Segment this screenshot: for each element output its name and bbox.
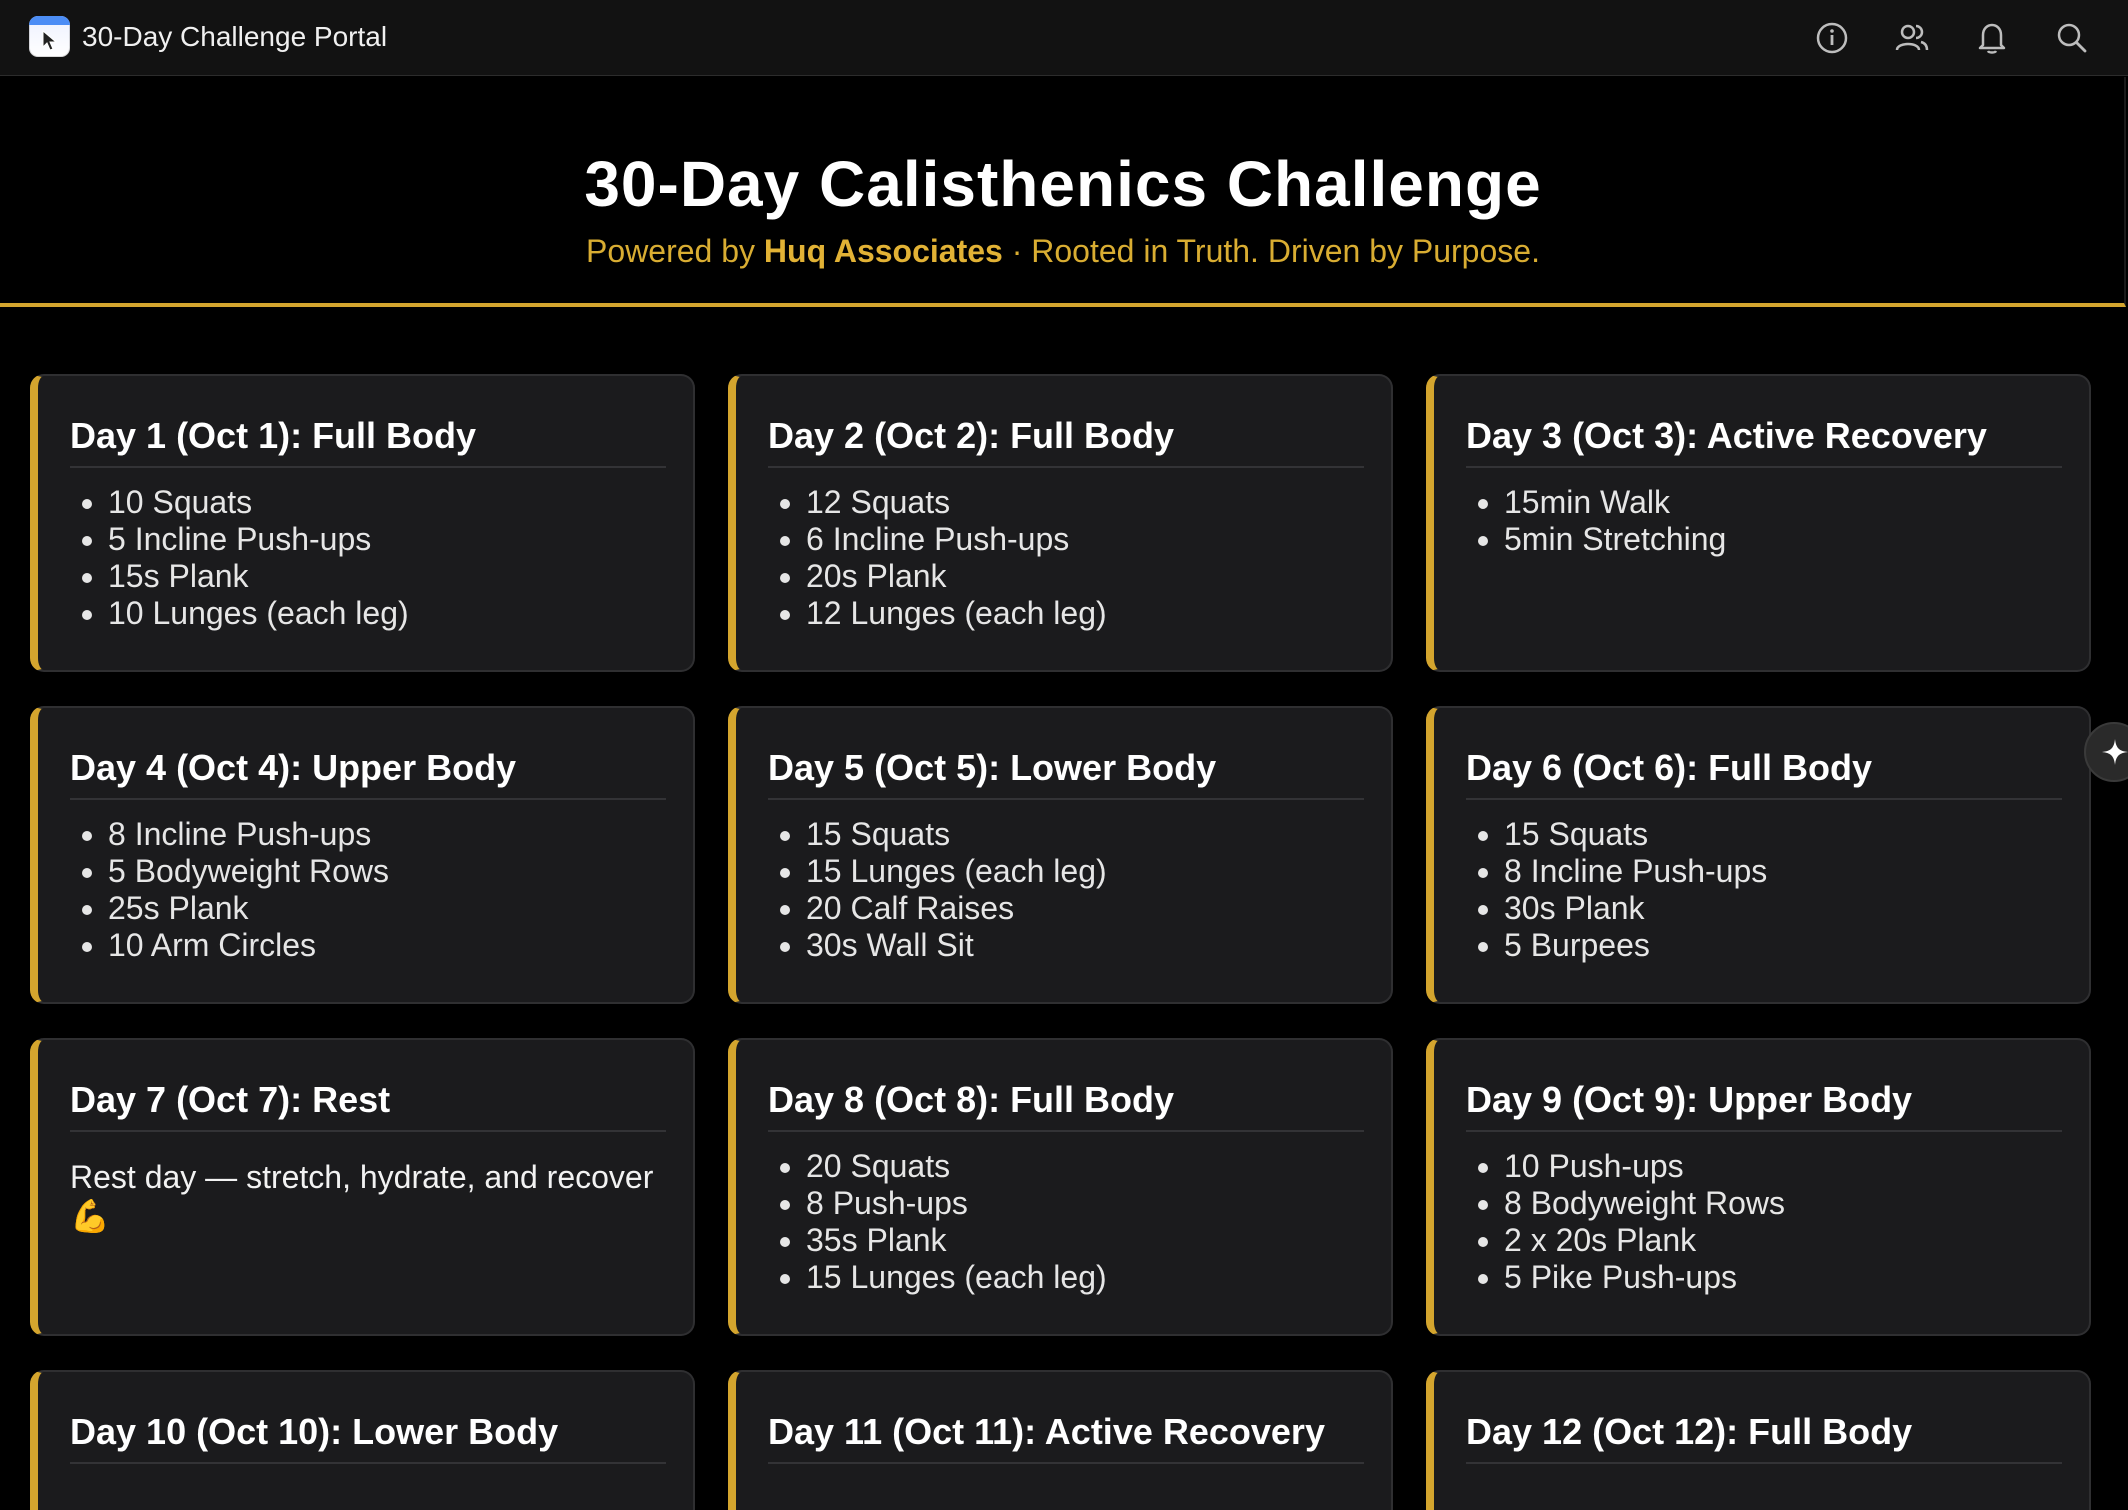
exercise-item: 25s Plank — [108, 890, 389, 927]
exercise-item: 5 Pike Push-ups — [1504, 1259, 1785, 1296]
exercise-item: 6 Incline Push-ups — [806, 521, 1107, 558]
exercise-item: 2 x 20s Plank — [1504, 1222, 1785, 1259]
page-subtitle: Powered by Huq Associates · Rooted in Tr… — [0, 231, 2126, 271]
exercise-list: 15 Squats 15 Lunges (each leg) 20 Calf R… — [768, 816, 1107, 964]
subtitle-suffix: · Rooted in Truth. Driven by Purpose. — [1002, 233, 1540, 269]
exercise-item: 8 Push-ups — [806, 1185, 1107, 1222]
brand-name: Huq Associates — [763, 233, 1003, 269]
day-card: Day 11 (Oct 11): Active Recovery — [728, 1370, 1393, 1510]
day-card: Day 12 (Oct 12): Full Body — [1426, 1370, 2091, 1510]
toolbar-icons — [1798, 0, 2128, 76]
exercise-item: 8 Incline Push-ups — [108, 816, 389, 853]
exercise-item: 20 Squats — [806, 1148, 1107, 1185]
exercise-list: 15min Walk 5min Stretching — [1466, 484, 1726, 558]
exercise-item: 10 Push-ups — [1504, 1148, 1785, 1185]
exercise-item: 8 Bodyweight Rows — [1504, 1185, 1785, 1222]
bell-icon[interactable] — [1973, 19, 2011, 57]
day-card: Day 9 (Oct 9): Upper Body 10 Push-ups 8 … — [1426, 1038, 2091, 1336]
exercise-item: 12 Lunges (each leg) — [806, 595, 1107, 632]
exercise-list: 10 Squats 5 Incline Push-ups 15s Plank 1… — [70, 484, 409, 632]
day-card-title: Day 10 (Oct 10): Lower Body — [70, 1410, 666, 1464]
day-card-title: Day 1 (Oct 1): Full Body — [70, 414, 666, 468]
exercise-item: 15 Lunges (each leg) — [806, 853, 1107, 890]
people-icon[interactable] — [1893, 19, 1931, 57]
day-card: Day 5 (Oct 5): Lower Body 15 Squats 15 L… — [728, 706, 1393, 1004]
exercise-item: 30s Wall Sit — [806, 927, 1107, 964]
page-title: 30-Day Calisthenics Challenge — [584, 148, 1542, 220]
exercise-list: 8 Incline Push-ups 5 Bodyweight Rows 25s… — [70, 816, 389, 964]
day-card: Day 6 (Oct 6): Full Body 15 Squats 8 Inc… — [1426, 706, 2091, 1004]
exercise-item: 10 Arm Circles — [108, 927, 389, 964]
day-card-title: Day 4 (Oct 4): Upper Body — [70, 746, 666, 800]
day-card: Day 3 (Oct 3): Active Recovery 15min Wal… — [1426, 374, 2091, 672]
exercise-item: 5min Stretching — [1504, 521, 1726, 558]
info-icon[interactable] — [1813, 19, 1851, 57]
day-card-title: Day 7 (Oct 7): Rest — [70, 1078, 666, 1132]
exercise-list: 20 Squats 8 Push-ups 35s Plank 15 Lunges… — [768, 1148, 1107, 1296]
day-card: Day 7 (Oct 7): Rest Rest day — stretch, … — [30, 1038, 695, 1336]
sparkle-icon — [2102, 739, 2128, 765]
exercise-item: 5 Incline Push-ups — [108, 521, 409, 558]
exercise-list: 15 Squats 8 Incline Push-ups 30s Plank 5… — [1466, 816, 1767, 964]
hero-header: 30-Day Calisthenics Challenge Powered by… — [0, 77, 2126, 307]
day-card-title: Day 11 (Oct 11): Active Recovery — [768, 1410, 1364, 1464]
exercise-item: 30s Plank — [1504, 890, 1767, 927]
day-card-title: Day 9 (Oct 9): Upper Body — [1466, 1078, 2062, 1132]
exercise-item: 15 Squats — [806, 816, 1107, 853]
exercise-item: 15 Squats — [1504, 816, 1767, 853]
day-card: Day 8 (Oct 8): Full Body 20 Squats 8 Pus… — [728, 1038, 1393, 1336]
exercise-item: 15s Plank — [108, 558, 409, 595]
app-window-icon — [29, 16, 70, 57]
exercise-item: 12 Squats — [806, 484, 1107, 521]
day-card-title: Day 2 (Oct 2): Full Body — [768, 414, 1364, 468]
day-card: Day 1 (Oct 1): Full Body 10 Squats 5 Inc… — [30, 374, 695, 672]
day-card: Day 4 (Oct 4): Upper Body 8 Incline Push… — [30, 706, 695, 1004]
rest-day-text: Rest day — stretch, hydrate, and recover… — [70, 1159, 654, 1234]
day-card-title: Day 5 (Oct 5): Lower Body — [768, 746, 1364, 800]
subtitle-prefix: Powered by — [586, 233, 764, 269]
exercise-item: 35s Plank — [806, 1222, 1107, 1259]
day-card: Day 10 (Oct 10): Lower Body — [30, 1370, 695, 1510]
search-icon[interactable] — [2053, 19, 2091, 57]
exercise-item: 10 Lunges (each leg) — [108, 595, 409, 632]
day-card-title: Day 12 (Oct 12): Full Body — [1466, 1410, 2062, 1464]
exercise-item: 8 Incline Push-ups — [1504, 853, 1767, 890]
day-card: Day 2 (Oct 2): Full Body 12 Squats 6 Inc… — [728, 374, 1393, 672]
day-card-title: Day 6 (Oct 6): Full Body — [1466, 746, 2062, 800]
exercise-item: 5 Bodyweight Rows — [108, 853, 389, 890]
day-card-title: Day 8 (Oct 8): Full Body — [768, 1078, 1364, 1132]
exercise-list: 12 Squats 6 Incline Push-ups 20s Plank 1… — [768, 484, 1107, 632]
exercise-item: 10 Squats — [108, 484, 409, 521]
exercise-item: 15 Lunges (each leg) — [806, 1259, 1107, 1296]
exercise-list: 10 Push-ups 8 Bodyweight Rows 2 x 20s Pl… — [1466, 1148, 1785, 1296]
exercise-item: 15min Walk — [1504, 484, 1726, 521]
exercise-item: 5 Burpees — [1504, 927, 1767, 964]
window-titlebar: 30-Day Challenge Portal — [0, 0, 2128, 76]
day-card-title: Day 3 (Oct 3): Active Recovery — [1466, 414, 2062, 468]
exercise-item: 20 Calf Raises — [806, 890, 1107, 927]
exercise-item: 20s Plank — [806, 558, 1107, 595]
window-title: 30-Day Challenge Portal — [82, 21, 388, 52]
